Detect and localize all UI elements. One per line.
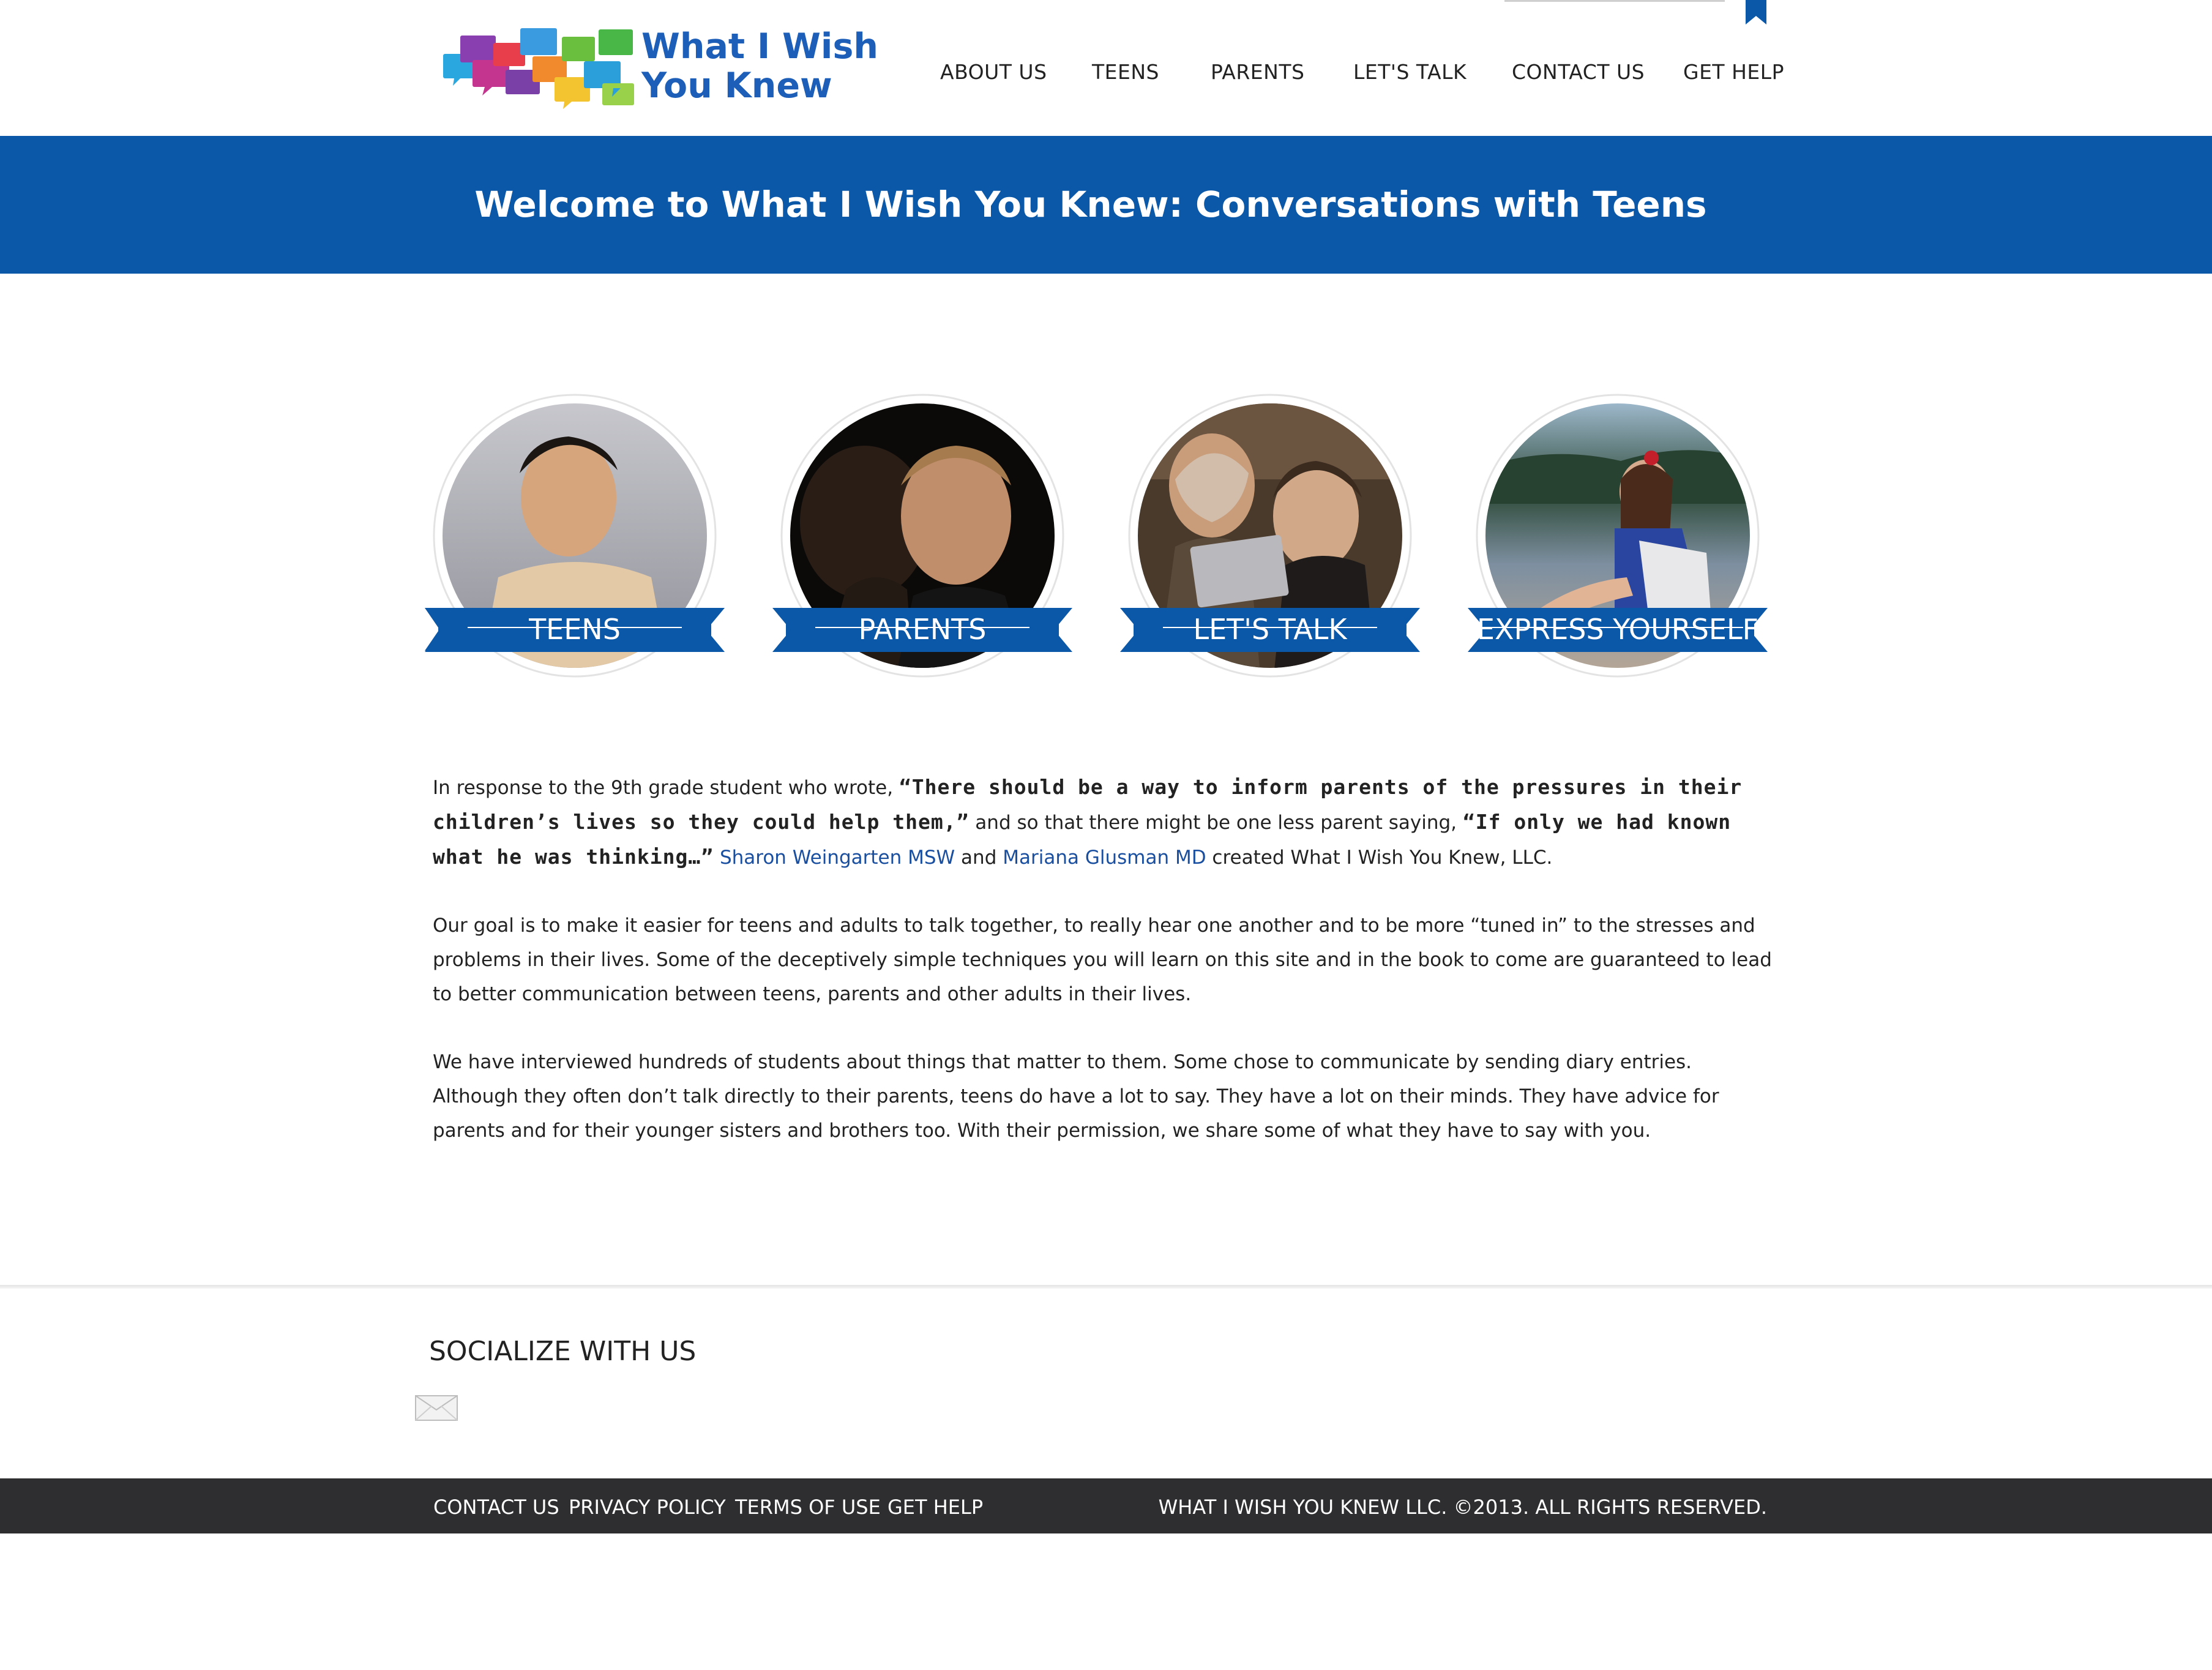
link-mariana-glusman[interactable]: Mariana Glusman MD	[1003, 847, 1206, 869]
nav-parents[interactable]: PARENTS	[1211, 60, 1304, 84]
footer-terms-of-use[interactable]: TERMS OF USE	[735, 1496, 881, 1519]
nav-about-us[interactable]: ABOUT US	[940, 60, 1047, 84]
footer-get-help[interactable]: GET HELP	[887, 1496, 983, 1519]
circle-label-lets-talk: LET'S TALK	[1193, 613, 1347, 646]
circle-label-parents: PARENTS	[858, 613, 987, 646]
welcome-banner: Welcome to What I Wish You Knew: Convers…	[0, 136, 2212, 274]
circle-link-teens[interactable]: TEENS	[425, 394, 725, 678]
link-sharon-weingarten[interactable]: Sharon Weingarten MSW	[720, 847, 955, 869]
mail-icon[interactable]	[415, 1395, 458, 1421]
intro-paragraph-3: We have interviewed hundreds of students…	[433, 1051, 1719, 1142]
logo-line-2: You Knew	[641, 66, 832, 106]
section-divider	[0, 1285, 2212, 1289]
footer-contact-us[interactable]: CONTACT US	[433, 1496, 559, 1519]
p1-text-e: created What I Wish You Knew, LLC.	[1206, 847, 1553, 869]
circle-link-lets-talk[interactable]: LET'S TALK	[1120, 394, 1420, 678]
circle-label-teens: TEENS	[529, 613, 621, 646]
bookmark-ribbon-icon[interactable]	[1743, 0, 1769, 24]
page-title: Welcome to What I Wish You Knew: Convers…	[474, 184, 1707, 225]
p1-text-c	[714, 847, 720, 869]
intro-paragraph-2: Our goal is to make it easier for teens …	[433, 915, 1772, 1005]
footer-privacy-policy[interactable]: PRIVACY POLICY	[569, 1496, 726, 1519]
circle-link-parents[interactable]: PARENTS	[772, 394, 1072, 678]
main-nav: ABOUT US TEENS PARENTS LET'S TALK CONTAC…	[918, 60, 1784, 91]
nav-lets-talk[interactable]: LET'S TALK	[1353, 60, 1467, 84]
copyright-text: WHAT I WISH YOU KNEW LLC. ©2013. ALL RIG…	[1158, 1496, 1767, 1519]
intro-paragraph-1: In response to the 9th grade student who…	[433, 770, 1779, 875]
p1-text-b: and so that there might be one less pare…	[969, 812, 1463, 834]
social-heading: SOCIALIZE WITH US	[429, 1336, 697, 1367]
p1-text-a: In response to the 9th grade student who…	[433, 777, 899, 799]
site-logo[interactable]: What I Wish You Knew	[442, 24, 878, 110]
circle-link-express-yourself[interactable]: EXPRESS YOURSELF	[1468, 394, 1768, 678]
logo-line-1: What I Wish	[641, 26, 878, 67]
p1-text-d: and	[955, 847, 1003, 869]
intro-content: In response to the 9th grade student who…	[433, 770, 1779, 1181]
nav-contact-us[interactable]: CONTACT US	[1512, 60, 1645, 84]
search-field-underline[interactable]	[1504, 0, 1725, 2]
site-header: What I Wish You Knew ABOUT US TEENS PARE…	[0, 0, 2212, 136]
site-footer: CONTACT US PRIVACY POLICY TERMS OF USE G…	[0, 1478, 2212, 1533]
circle-label-express-yourself: EXPRESS YOURSELF	[1476, 613, 1759, 646]
nav-get-help[interactable]: GET HELP	[1683, 60, 1784, 84]
speech-bubbles-logo-icon	[443, 28, 634, 109]
logo-text: What I Wish You Knew	[641, 27, 878, 105]
nav-teens[interactable]: TEENS	[1092, 60, 1159, 84]
